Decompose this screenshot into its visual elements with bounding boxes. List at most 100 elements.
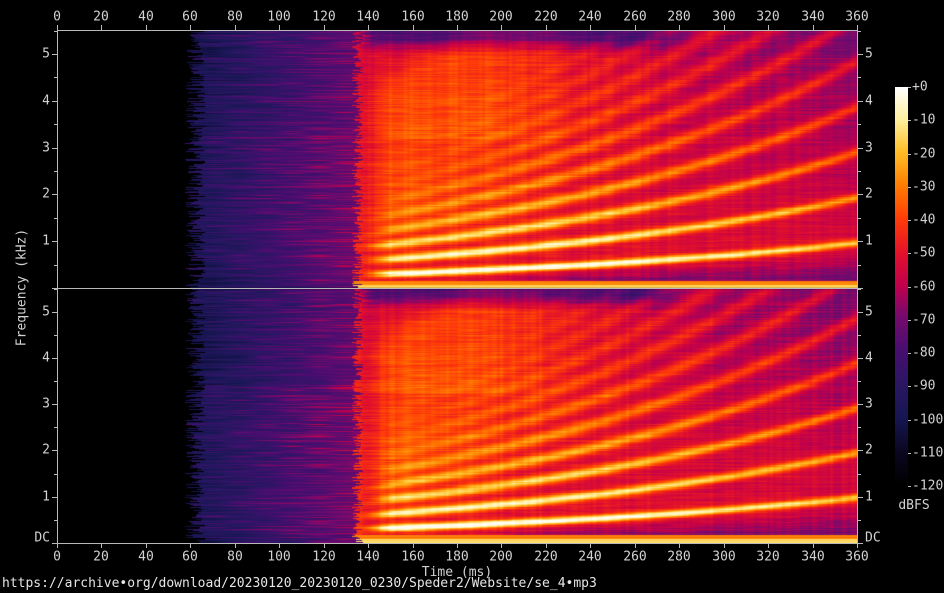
y-axis-tick-left (52, 194, 57, 195)
x-axis-tick-bottom (635, 543, 636, 548)
y-axis-minor-tick-right (858, 171, 861, 172)
x-axis-label-bottom: 40 (138, 550, 154, 565)
x-axis-tick-top (57, 25, 58, 30)
y-axis-label-right: 1 (865, 234, 873, 249)
y-axis-dc-tick-right (858, 543, 863, 544)
x-axis-label-bottom: 140 (356, 550, 379, 565)
x-axis-label-top: 260 (623, 10, 646, 25)
y-axis-tick-right (858, 450, 863, 451)
y-axis-minor-tick-left (54, 124, 57, 125)
y-axis-minor-tick-right (858, 474, 861, 475)
y-axis-minor-tick-left (54, 289, 57, 290)
colorbar-gradient (895, 87, 908, 486)
x-axis-tick-top (101, 25, 102, 30)
x-axis-tick-bottom (724, 543, 725, 548)
y-axis-minor-tick-left (54, 265, 57, 266)
x-axis-label-bottom: 180 (445, 550, 468, 565)
y-axis-minor-tick-right (858, 381, 861, 382)
y-axis-label-right: 2 (865, 443, 873, 458)
y-axis-tick-left (52, 101, 57, 102)
colorbar-tick-label: -10 (912, 113, 935, 128)
x-axis-label-top: 180 (445, 10, 468, 25)
x-axis-tick-top (679, 25, 680, 30)
colorbar-tick-label: -120 (912, 479, 943, 494)
x-axis-tick-bottom (679, 543, 680, 548)
y-axis-label-left: 2 (42, 443, 50, 458)
y-axis-label-right: 3 (865, 397, 873, 412)
y-axis-label-left: 1 (42, 490, 50, 505)
x-axis-tick-top (324, 25, 325, 30)
x-axis-label-top: 360 (845, 10, 868, 25)
x-axis-tick-top (146, 25, 147, 30)
y-axis-tick-right (858, 497, 863, 498)
x-axis-tick-bottom (501, 543, 502, 548)
colorbar-tick-label: -60 (912, 280, 935, 295)
x-axis-label-top: 40 (138, 10, 154, 25)
y-axis-label-left: 4 (42, 94, 50, 109)
x-axis-tick-top (501, 25, 502, 30)
x-axis-label-bottom: 100 (267, 550, 290, 565)
x-axis-tick-top (857, 25, 858, 30)
x-axis-label-bottom: 260 (623, 550, 646, 565)
colorbar-tick (908, 453, 911, 454)
x-axis-tick-bottom (368, 543, 369, 548)
y-axis-label-left: 3 (42, 141, 50, 156)
x-axis-tick-bottom (324, 543, 325, 548)
y-axis-minor-tick-right (858, 218, 861, 219)
x-axis-tick-bottom (546, 543, 547, 548)
x-axis-label-bottom: 340 (801, 550, 824, 565)
x-axis-label-top: 20 (93, 10, 109, 25)
y-axis-label-right: 5 (865, 47, 873, 62)
x-axis-tick-bottom (57, 543, 58, 548)
x-axis-tick-top (279, 25, 280, 30)
x-axis-tick-top (590, 25, 591, 30)
plot-frame-right (857, 30, 858, 543)
colorbar-tick (908, 120, 911, 121)
colorbar-tick-label: -90 (912, 379, 935, 394)
y-axis-minor-tick-left (54, 474, 57, 475)
colorbar-tick-label: -80 (912, 346, 935, 361)
y-axis-label-right: 2 (865, 187, 873, 202)
x-axis-label-top: 240 (578, 10, 601, 25)
colorbar-tick (908, 353, 911, 354)
x-axis-label-top: 100 (267, 10, 290, 25)
y-axis-minor-tick-left (54, 31, 57, 32)
x-axis-label-bottom: 360 (845, 550, 868, 565)
x-axis-label-top: 200 (489, 10, 512, 25)
y-axis-minor-tick-left (54, 427, 57, 428)
x-axis-tick-bottom (768, 543, 769, 548)
y-axis-tick-left (52, 358, 57, 359)
y-axis-tick-right (858, 194, 863, 195)
y-axis-minor-tick-right (858, 335, 861, 336)
x-axis-tick-bottom (813, 543, 814, 548)
x-axis-tick-top (457, 25, 458, 30)
x-axis-label-bottom: 0 (53, 550, 61, 565)
x-axis-tick-top (368, 25, 369, 30)
x-axis-label-top: 300 (712, 10, 735, 25)
y-axis-tick-right (858, 404, 863, 405)
x-axis-tick-top (235, 25, 236, 30)
y-axis-label-left: 5 (42, 47, 50, 62)
y-axis-minor-tick-left (54, 77, 57, 78)
colorbar-tick-label: -30 (912, 180, 935, 195)
y-axis-tick-left (52, 241, 57, 242)
x-axis-tick-bottom (413, 543, 414, 548)
channel-divider (57, 288, 858, 289)
colorbar-tick-label: -70 (912, 313, 935, 328)
y-axis-tick-right (858, 54, 863, 55)
y-axis-minor-tick-right (858, 427, 861, 428)
y-axis-minor-tick-left (54, 520, 57, 521)
x-axis-label-top: 160 (401, 10, 424, 25)
colorbar-tick (908, 187, 911, 188)
y-axis-tick-right (858, 241, 863, 242)
y-axis-label-right: 1 (865, 490, 873, 505)
colorbar-tick (908, 420, 911, 421)
y-axis-minor-tick-right (858, 289, 861, 290)
colorbar-tick (908, 253, 911, 254)
x-axis-label-bottom: 300 (712, 550, 735, 565)
y-axis-minor-tick-right (858, 77, 861, 78)
x-axis-label-top: 320 (756, 10, 779, 25)
x-axis-tick-bottom (590, 543, 591, 548)
y-axis-label-left: 1 (42, 234, 50, 249)
x-axis-tick-bottom (190, 543, 191, 548)
